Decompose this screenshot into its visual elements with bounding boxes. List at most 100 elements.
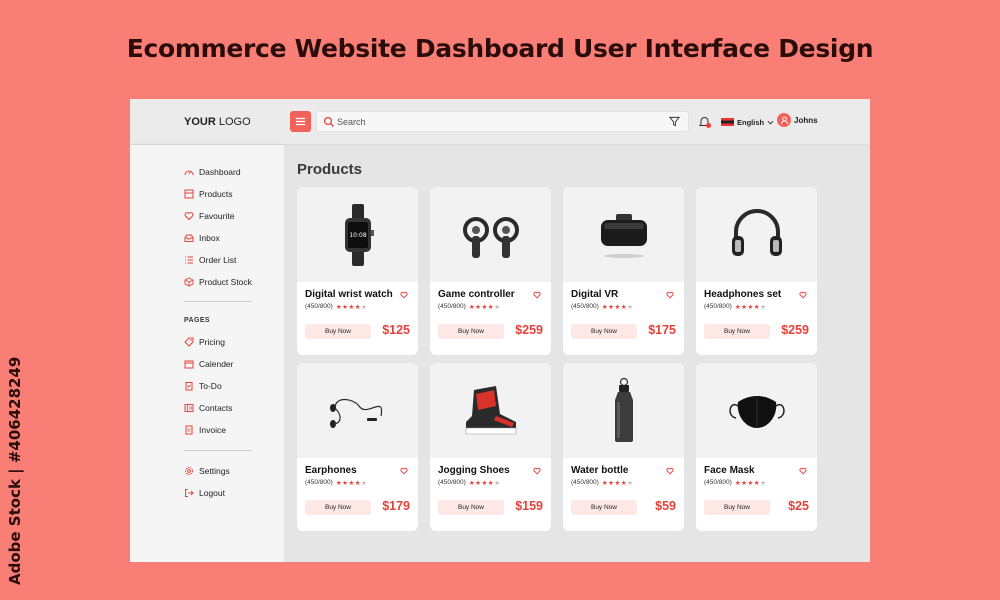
page-title: Ecommerce Website Dashboard User Interfa… [126,34,874,63]
product-image [430,363,551,458]
star-rating: ★★★★★ [335,480,368,487]
heart-icon[interactable] [799,467,807,475]
buy-now-button[interactable]: Buy Now [438,324,504,339]
sidebar-item-products[interactable]: Products [184,187,233,201]
product-name: Game controller [438,289,515,300]
sidebar-item-label: Pricing [199,337,225,347]
heart-icon [184,212,194,221]
language-selector[interactable]: English [721,116,774,128]
user-icon [780,116,788,124]
sidebar-item-order-list[interactable]: Order List [184,253,236,267]
star-rating: ★★★★★ [468,480,501,487]
earphones-icon [329,398,382,428]
sidebar-item-todo[interactable]: To-Do [184,379,222,393]
product-name: Jogging Shoes [438,465,510,476]
product-meta: (450/800) ★★★★★ [438,479,500,487]
heart-icon[interactable] [666,467,674,475]
list-icon [185,256,193,264]
buy-now-button[interactable]: Buy Now [571,324,637,339]
buy-now-button[interactable]: Buy Now [305,324,371,339]
buy-now-button[interactable]: Buy Now [704,500,770,515]
hamburger-icon [295,117,306,126]
product-meta: (450/800) ★★★★★ [704,479,766,487]
star-rating: ★★★★★ [601,480,634,487]
product-meta: (450/800) ★★★★★ [571,479,633,487]
language-label: English [737,117,765,127]
product-image [563,187,684,282]
section-title: Products [297,161,363,178]
sidebar-item-label: Dashboard [199,167,241,177]
product-price: $125 [382,323,410,337]
product-card[interactable]: Water bottle (450/800) ★★★★★ Buy Now $59 [563,363,684,531]
avatar [777,113,791,127]
heart-icon[interactable] [400,291,408,299]
buy-now-button[interactable]: Buy Now [571,500,637,515]
vr-headset-icon [600,213,647,258]
sidebar-item-pricing[interactable]: Pricing [184,335,225,349]
sidebar-item-label: Inbox [199,233,220,243]
dashboard-icon [184,170,194,176]
product-meta: (450/800) ★★★★★ [571,303,633,311]
product-meta: (450/800) ★★★★★ [305,479,367,487]
sidebar-item-dashboard[interactable]: Dashboard [184,165,241,179]
sidebar-item-product-stock[interactable]: Product Stock [184,275,252,289]
sidebar-item-label: Settings [199,466,230,476]
sidebar-item-label: Invoice [199,425,226,435]
calendar-icon [184,360,194,369]
product-card[interactable]: Headphones set (450/800) ★★★★★ Buy Now $… [696,187,817,355]
filter-icon[interactable] [669,116,680,127]
sidebar-item-logout[interactable]: Logout [184,486,225,500]
search-icon [323,116,334,127]
sidebar-item-inbox[interactable]: Inbox [184,231,220,245]
sidebar: Dashboard Products Favourite Inbox Order… [130,145,284,562]
product-name: Headphones set [704,289,782,300]
sidebar-item-favourite[interactable]: Favourite [184,209,234,223]
buy-now-button[interactable]: Buy Now [305,500,371,515]
star-rating: ★★★★★ [468,304,501,311]
product-card[interactable]: 10:08 Digital wrist watch (450/800) ★★★★… [297,187,418,355]
heart-icon[interactable] [666,291,674,299]
logo[interactable]: YOUR LOGO [184,116,251,128]
user-menu[interactable]: Johns [777,113,818,127]
heart-icon[interactable] [533,291,541,299]
review-count: (450/800) [704,479,732,486]
sidebar-item-contacts[interactable]: Contacts [184,401,233,415]
product-meta: (450/800) ★★★★★ [438,303,500,311]
product-price: $25 [788,499,809,513]
product-meta: (450/800) ★★★★★ [305,303,367,311]
product-image [696,363,817,458]
sidebar-item-calender[interactable]: Calender [184,357,234,371]
sidebar-item-settings[interactable]: Settings [184,464,230,478]
product-card[interactable]: Game controller (450/800) ★★★★★ Buy Now … [430,187,551,355]
buy-now-button[interactable]: Buy Now [704,324,770,339]
buy-now-button[interactable]: Buy Now [438,500,504,515]
product-name: Face Mask [704,465,755,476]
review-count: (450/800) [571,479,599,486]
heart-icon[interactable] [533,467,541,475]
heart-icon[interactable] [400,467,408,475]
sidebar-item-label: Products [199,189,233,199]
heart-icon[interactable] [799,291,807,299]
star-rating: ★★★★★ [734,304,767,311]
product-name: Digital VR [571,289,619,300]
product-image [696,187,817,282]
logo-rest: LOGO [215,116,251,128]
review-count: (450/800) [438,303,466,310]
headphones-icon [731,208,782,256]
product-meta: (450/800) ★★★★★ [704,303,766,311]
product-card[interactable]: Jogging Shoes (450/800) ★★★★★ Buy Now $1… [430,363,551,531]
bell-icon[interactable] [698,115,712,129]
sidebar-item-label: Favourite [199,211,235,221]
review-count: (450/800) [571,303,599,310]
product-card[interactable]: Earphones (450/800) ★★★★★ Buy Now $179 [297,363,418,531]
sidebar-item-invoice[interactable]: Invoice [184,423,226,437]
product-card[interactable]: Digital VR (450/800) ★★★★★ Buy Now $175 [563,187,684,355]
water-bottle-icon [614,377,633,442]
review-count: (450/800) [704,303,732,310]
product-price: $159 [515,499,543,513]
search-input[interactable] [337,114,657,129]
sidebar-item-label: Contacts [199,403,233,413]
menu-button[interactable] [290,111,311,132]
sidebar-item-label: Calender [199,359,234,369]
product-card[interactable]: Face Mask (450/800) ★★★★★ Buy Now $25 [696,363,817,531]
